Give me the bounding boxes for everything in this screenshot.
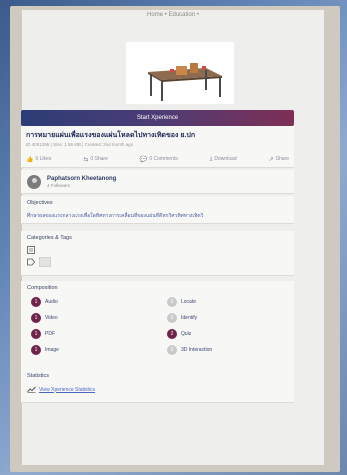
composition-item-quiz[interactable]: 2 Quiz [167, 329, 191, 339]
like-action[interactable]: 👍 0 Likes [26, 156, 51, 163]
share-count-label: 0 Share [90, 156, 108, 162]
title-card: การหมายแผ่นเพื่อแรงของแผ่นโหลดไปทางเทิดข… [21, 126, 294, 168]
categories-title: Categories & Tags [27, 235, 72, 241]
tag-row [27, 257, 288, 267]
download-action[interactable]: ⤓ Download [210, 156, 237, 163]
composition-label: Video [45, 315, 58, 321]
hero-image [126, 42, 234, 104]
share-action[interactable]: ↗ Share [269, 156, 289, 163]
download-label: Download [214, 156, 237, 162]
count-badge: 0 [167, 345, 177, 355]
statistics-card: Statistics View Xperience Statistics [21, 369, 294, 403]
share-alt-icon: ↗ [268, 156, 274, 163]
breadcrumb: Home • Education • [22, 10, 324, 24]
page-subtitle: ID 4051295 | Size: 1.56 MB | Created: 2n… [26, 142, 134, 147]
avatar[interactable] [27, 174, 41, 189]
author-followers: 4 Followers [47, 182, 71, 188]
author-name[interactable]: Paphatsorn Kheetanong [47, 176, 116, 182]
composition-grid: 1 Audio 0 Locate 1 Video 0 Identify 1 PD… [27, 297, 288, 367]
view-statistics-label: View Xperience Statistics [39, 386, 96, 393]
category-list [27, 246, 288, 267]
composition-item-pdf[interactable]: 1 PDF [31, 329, 55, 339]
statistics-title: Statistics [27, 373, 50, 379]
category-book-icon[interactable] [27, 246, 35, 254]
composition-label: Audio [45, 299, 58, 305]
action-bar: 👍 0 Likes ⇆ 0 Share 💬 0 Comments ⤓ Downl… [26, 154, 289, 164]
avatar-person-icon [31, 177, 37, 183]
author-info: Paphatsorn Kheetanong 4 Followers [47, 176, 116, 188]
composition-item-image[interactable]: 1 Image [31, 345, 59, 355]
categories-card: Categories & Tags [21, 231, 294, 276]
thumbs-up-icon: 👍 [26, 156, 34, 163]
comments-label: 0 Comments [149, 156, 178, 162]
composition-card: Composition 1 Audio 0 Locate 1 Video 0 I… [21, 281, 294, 371]
view-statistics-link[interactable]: View Xperience Statistics [27, 386, 288, 393]
objectives-card: Objectives ศึกษาผลของแรงกลางแรงเพื่อใดทิ… [21, 196, 294, 224]
share-icon: ⇆ [83, 156, 89, 163]
breadcrumb-text[interactable]: Home • Education • [147, 12, 199, 18]
count-badge: 0 [167, 297, 177, 307]
composition-label: 3D Interaction [181, 347, 213, 353]
composition-item-3d-interaction[interactable]: 0 3D Interaction [167, 345, 212, 355]
composition-item-locate[interactable]: 0 Locate [167, 297, 196, 307]
share-label: Share [275, 156, 289, 162]
composition-label: Image [45, 347, 59, 353]
composition-label: Quiz [181, 331, 192, 337]
line-chart-icon [27, 386, 36, 393]
count-badge: 1 [31, 297, 41, 307]
objective-text: ศึกษาผลของแรงกลางแรงเพื่อใดทิศทางการเคลื… [27, 213, 204, 219]
share-count-action[interactable]: ⇆ 0 Share [83, 156, 108, 163]
page-title: การหมายแผ่นเพื่อแรงของแผ่นโหลดไปทางเทิดข… [26, 132, 196, 139]
composition-item-identify[interactable]: 0 Identify [167, 313, 197, 323]
start-xperience-button[interactable]: Start Xperience [21, 110, 294, 126]
comment-icon: 💬 [139, 156, 148, 163]
composition-label: Identify [181, 315, 198, 321]
tag-icon [27, 258, 35, 266]
tag-image-icon[interactable] [39, 257, 51, 267]
objectives-title: Objectives [27, 200, 53, 206]
comments-action[interactable]: 💬 0 Comments [140, 156, 178, 163]
count-badge: 1 [31, 313, 41, 323]
composition-item-audio[interactable]: 1 Audio [31, 297, 58, 307]
composition-title: Composition [27, 285, 58, 291]
count-badge: 0 [167, 313, 177, 323]
composition-item-video[interactable]: 1 Video [31, 313, 58, 323]
table-illustration [126, 42, 234, 104]
like-label: 0 Likes [35, 156, 52, 162]
composition-label: Locate [181, 299, 197, 305]
count-badge: 2 [167, 329, 177, 339]
composition-label: PDF [45, 331, 55, 337]
author-card: Paphatsorn Kheetanong 4 Followers [21, 170, 294, 194]
count-badge: 1 [31, 345, 41, 355]
count-badge: 1 [31, 329, 41, 339]
download-icon: ⤓ [209, 155, 213, 162]
